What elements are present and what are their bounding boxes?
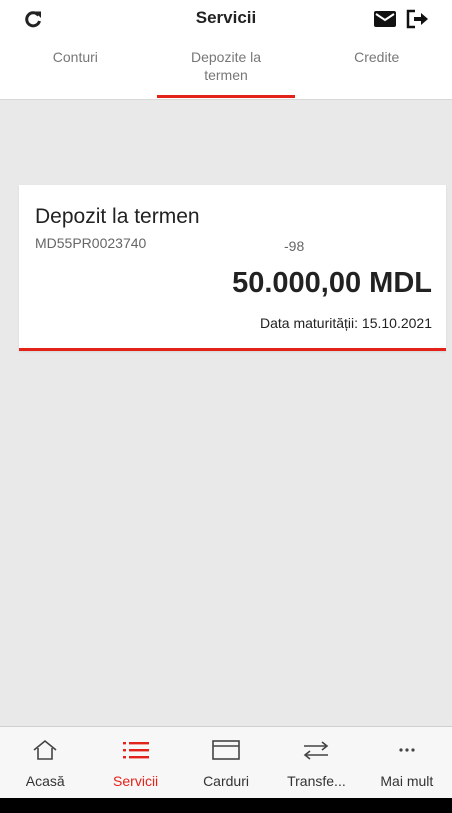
tab-label-line2: termen xyxy=(204,67,248,83)
nav-label: Transfe... xyxy=(287,773,346,789)
deposit-amount: 50.000,00 MDL xyxy=(232,267,432,299)
tab-depozite[interactable]: Depozite la termen xyxy=(151,46,302,100)
bottom-navigation: Acasă Servicii Carduri Transfe... Mai mu… xyxy=(0,726,452,798)
tab-credite[interactable]: Credite xyxy=(301,46,452,100)
nav-item-acasa[interactable]: Acasă xyxy=(0,727,90,798)
logout-icon[interactable] xyxy=(404,6,430,32)
nav-item-servicii[interactable]: Servicii xyxy=(90,727,180,798)
nav-item-mai-mult[interactable]: Mai mult xyxy=(362,727,452,798)
nav-label: Acasă xyxy=(25,773,65,789)
tab-label: Conturi xyxy=(52,49,98,65)
nav-label: Servicii xyxy=(113,773,159,789)
deposit-account-number: MD55PR0023740 xyxy=(35,235,147,251)
tab-label: Depozite la xyxy=(190,49,262,65)
system-navigation-bar xyxy=(0,798,452,813)
deposit-maturity-date: Data maturității: 15.10.2021 xyxy=(260,315,432,331)
nav-item-carduri[interactable]: Carduri xyxy=(181,727,271,798)
deposit-account-suffix: -98 xyxy=(284,238,305,254)
more-icon xyxy=(392,737,422,763)
nav-label: Mai mult xyxy=(380,773,434,789)
deposit-title: Depozit la termen xyxy=(35,205,200,228)
tab-label: Credite xyxy=(354,49,400,65)
tab-conturi[interactable]: Conturi xyxy=(0,46,151,100)
top-bar: Servicii Conturi Depozite la termen Cred… xyxy=(0,0,452,100)
mail-icon[interactable] xyxy=(372,6,398,32)
card-icon xyxy=(211,737,241,763)
list-icon xyxy=(121,737,151,763)
nav-item-transferuri[interactable]: Transfe... xyxy=(271,727,361,798)
deposit-card[interactable]: Depozit la termen MD55PR0023740 -98 50.0… xyxy=(19,185,446,351)
services-tabs: Conturi Depozite la termen Credite xyxy=(0,46,452,100)
nav-label: Carduri xyxy=(203,773,249,789)
home-icon xyxy=(30,737,60,763)
transfer-icon xyxy=(301,737,331,763)
